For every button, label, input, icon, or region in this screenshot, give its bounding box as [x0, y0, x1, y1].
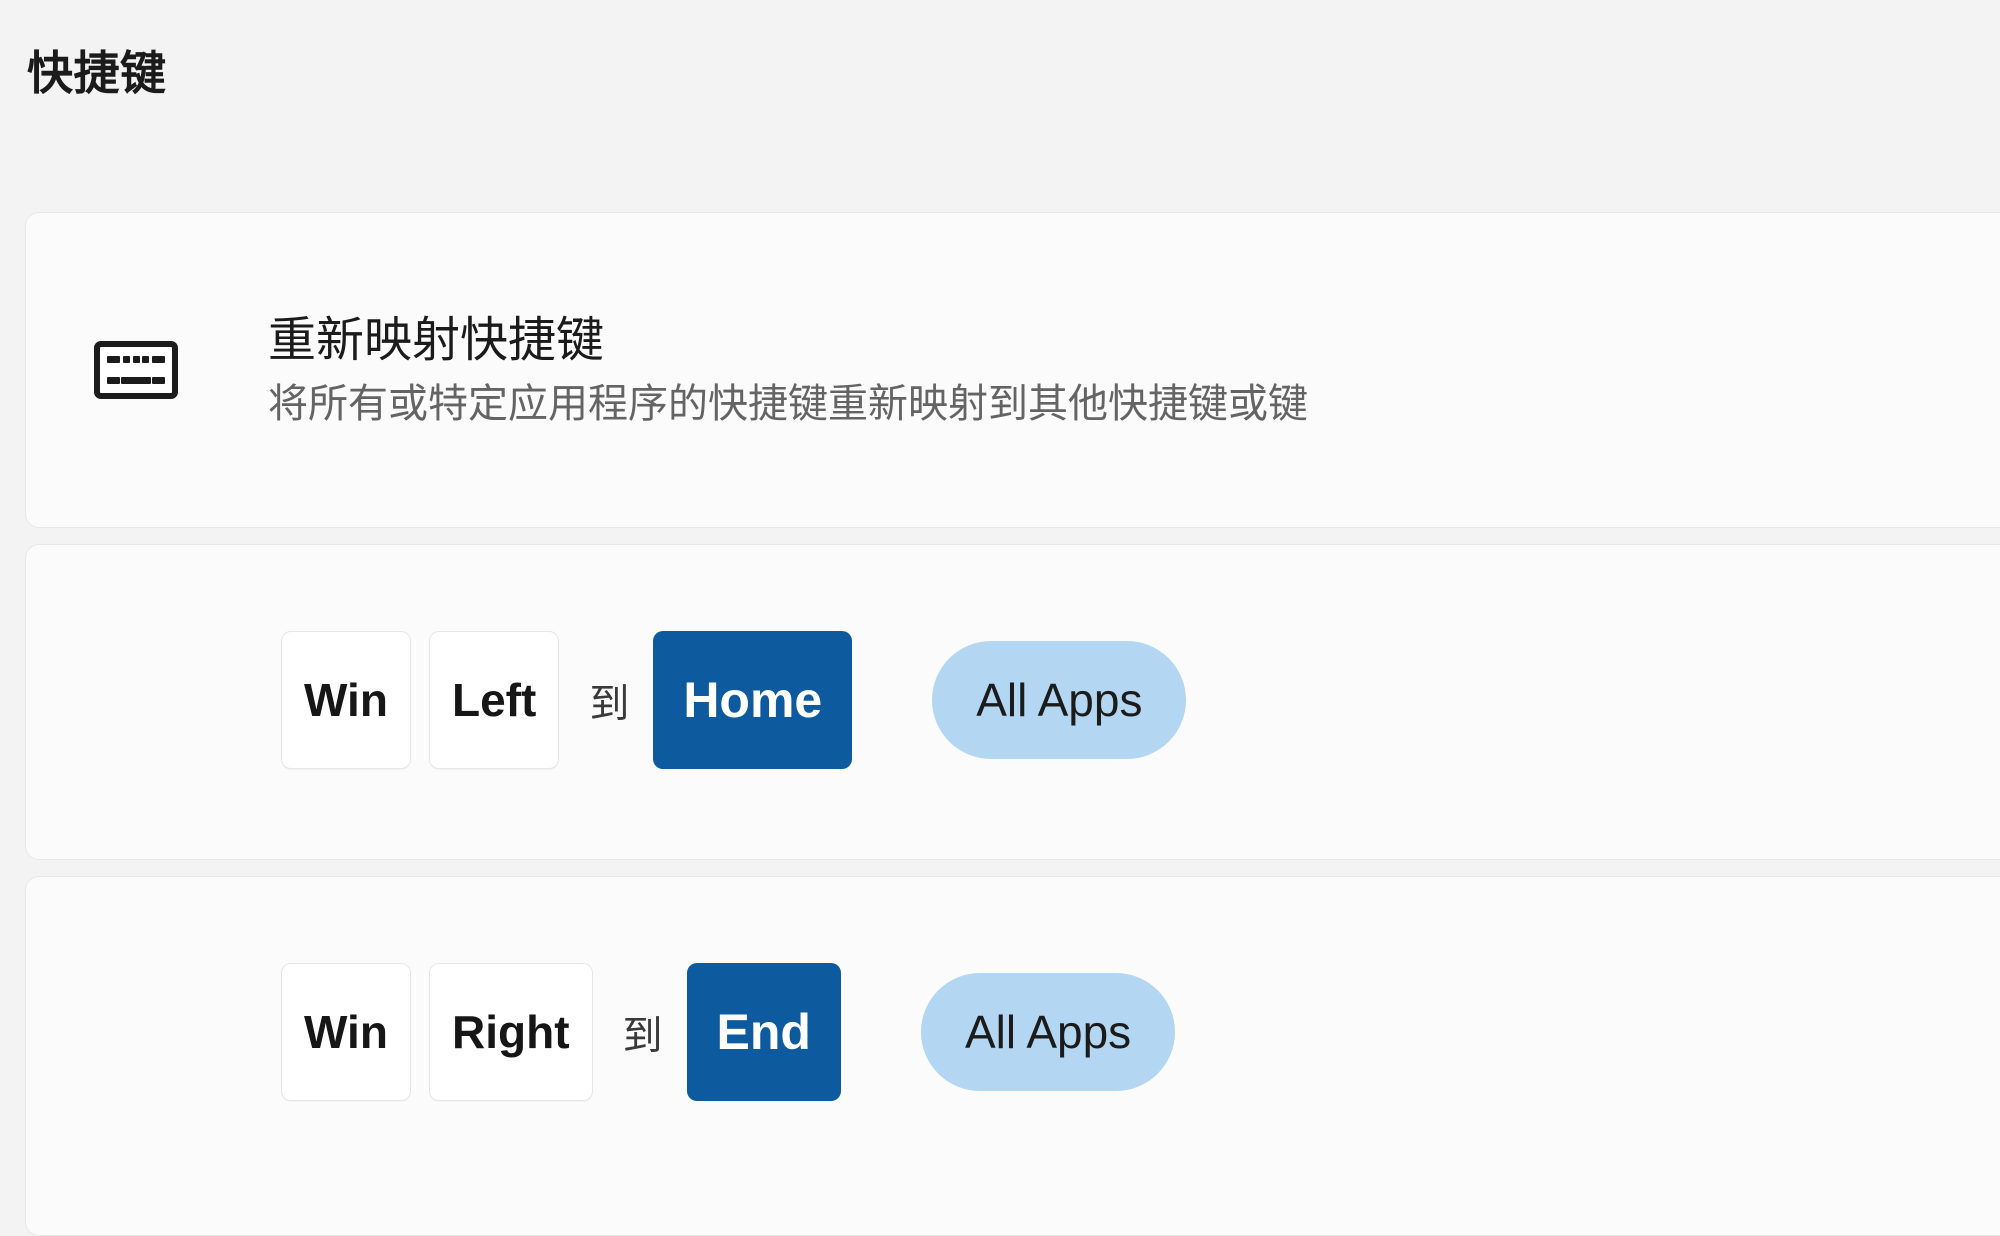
remap-shortcuts-title: 重新映射快捷键 — [268, 314, 605, 367]
source-key-chip[interactable]: Left — [429, 631, 560, 769]
source-key-chip[interactable]: Right — [429, 963, 593, 1101]
remap-shortcuts-card[interactable]: 重新映射快捷键 将所有或特定应用程序的快捷键重新映射到其他快捷键或键 — [25, 212, 2000, 528]
target-key-chip[interactable]: Home — [653, 631, 853, 769]
target-key-chip[interactable]: End — [686, 963, 841, 1101]
keyboard-icon-key — [122, 356, 130, 363]
mapping-separator-label: 到 — [589, 682, 630, 726]
source-key-chip[interactable]: Win — [281, 963, 411, 1101]
keyboard-icon-key — [152, 356, 165, 363]
keyboard-icon-key — [107, 356, 120, 363]
mapping-separator-label: 到 — [622, 1014, 663, 1058]
shortcut-mapping-card[interactable]: Win Left 到 Home All Apps — [25, 544, 2000, 860]
scope-badge[interactable]: All Apps — [920, 973, 1176, 1091]
remap-shortcuts-text: 重新映射快捷键 将所有或特定应用程序的快捷键重新映射到其他快捷键或键 — [268, 311, 1308, 429]
scope-badge[interactable]: All Apps — [932, 641, 1187, 759]
keyboard-icon-key — [152, 377, 165, 384]
keyboard-icon-row-top — [107, 356, 165, 363]
shortcut-mapping-row: Win Right 到 End All Apps — [26, 949, 2000, 1115]
page-title: 快捷键 — [27, 47, 167, 99]
keyboard-icon-key — [107, 377, 120, 384]
keyboard-icon-wrapper — [94, 341, 234, 399]
keyboard-icon-key — [132, 356, 140, 363]
shortcut-mapping-row: Win Left 到 Home All Apps — [26, 617, 2000, 783]
shortcuts-settings-page: 快捷键 重新映射快捷键 将所有或特定应用程序的快捷键重新映射到其他快捷键或键 W… — [0, 0, 2000, 1236]
shortcut-mapping-card[interactable]: Win Right 到 End All Apps — [25, 876, 2000, 1236]
keyboard-icon — [94, 341, 178, 399]
keyboard-icon-spacebar — [121, 377, 151, 384]
keyboard-icon-row-bottom — [107, 377, 165, 384]
remap-shortcuts-subtitle: 将所有或特定应用程序的快捷键重新映射到其他快捷键或键 — [268, 382, 1308, 426]
keyboard-icon-key — [142, 356, 150, 363]
source-key-chip[interactable]: Win — [281, 631, 411, 769]
